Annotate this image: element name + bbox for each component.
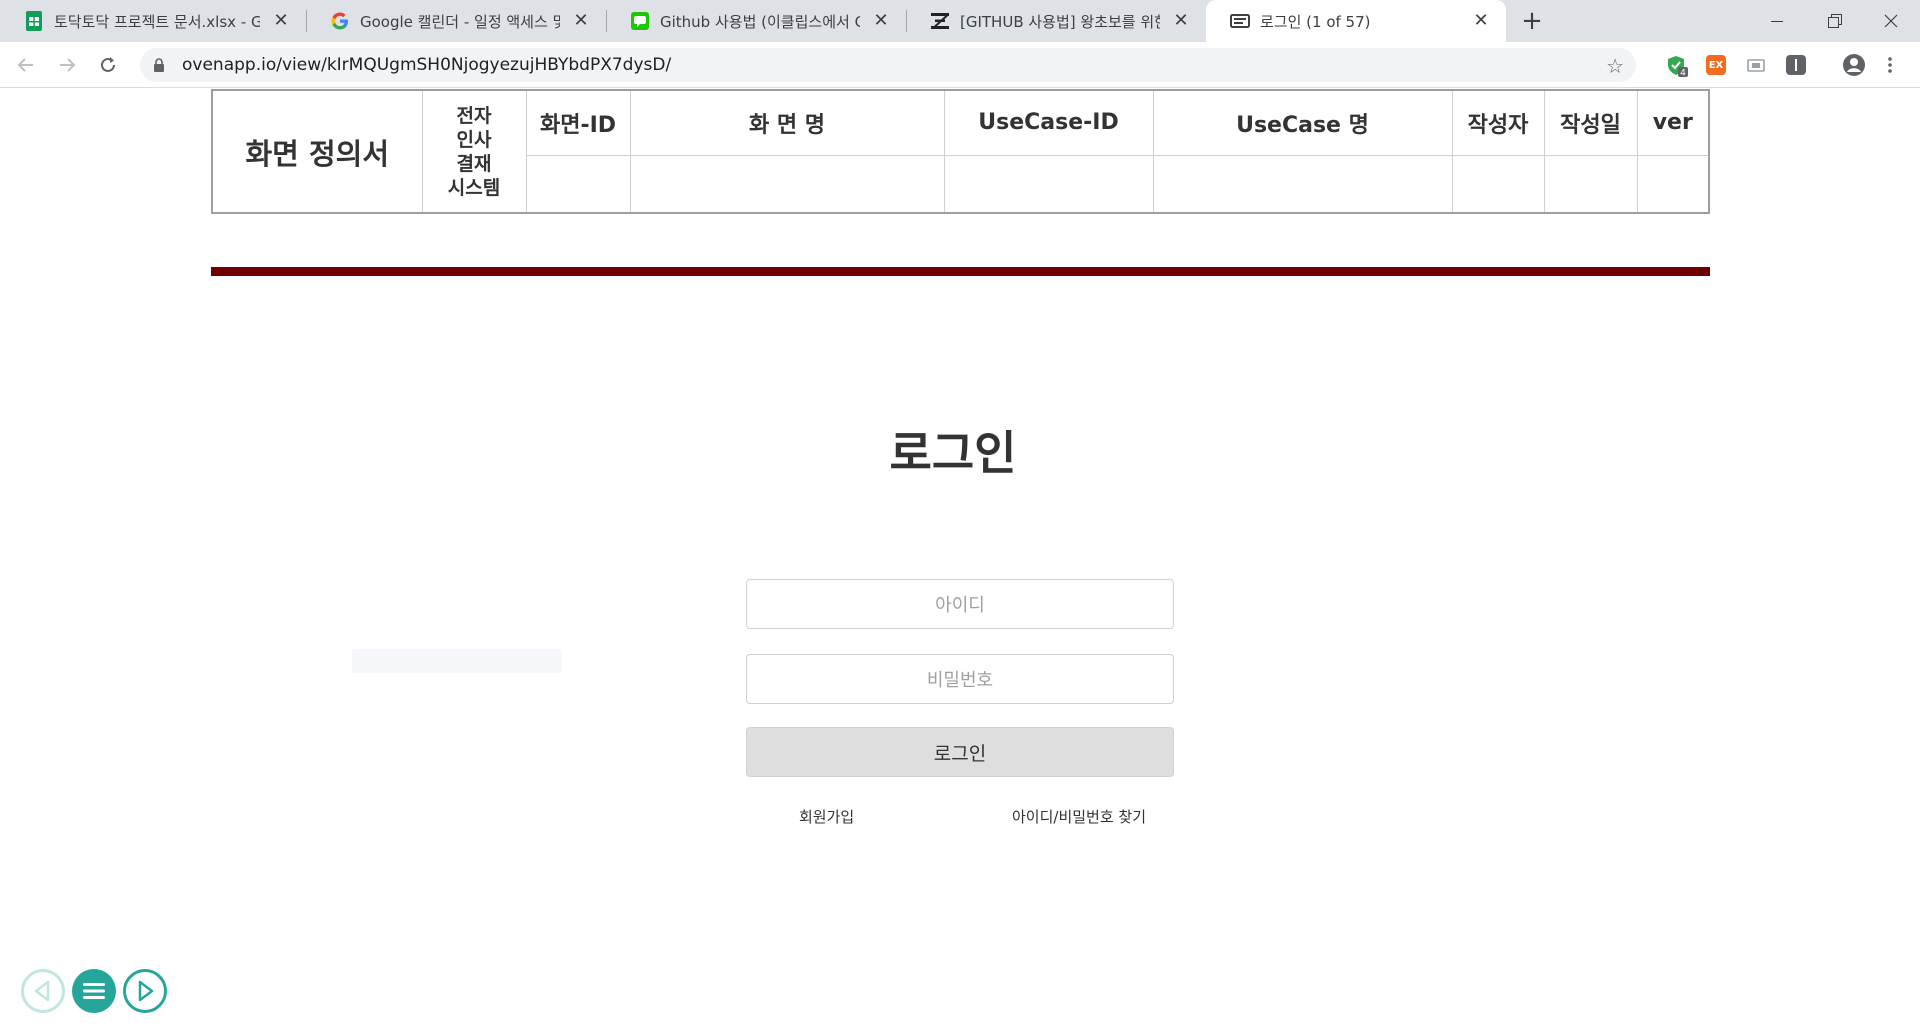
login-button[interactable]: 로그인	[746, 727, 1174, 777]
line-chat-icon	[630, 11, 650, 31]
browser-tab-github-beginner[interactable]: [GITHUB 사용법] 왕초보를 위한 ✕	[906, 0, 1206, 42]
spec-cell	[943, 154, 1154, 214]
browser-tab-sheets[interactable]: 토닥토닥 프로젝트 문서.xlsx - Go ✕	[0, 0, 307, 42]
spec-cell	[525, 154, 631, 214]
spec-header-usecase-name: UseCase 명	[1152, 89, 1453, 156]
screen-spec-header-table: 화면 정의서 전자 인사 결재 시스템 화면-ID 화 면 명 UseCase-…	[211, 89, 1710, 214]
spec-title: 화면 정의서	[211, 89, 423, 214]
spec-cell	[1152, 154, 1453, 214]
back-button[interactable]	[10, 49, 42, 81]
back-arrow-icon	[17, 58, 33, 72]
lock-icon	[154, 58, 164, 72]
prev-page-button[interactable]	[21, 969, 65, 1013]
signup-link[interactable]: 회원가입	[799, 806, 854, 827]
next-page-button[interactable]	[123, 969, 167, 1013]
reload-button[interactable]	[92, 49, 124, 81]
spec-cell	[1636, 154, 1710, 214]
forward-button[interactable]	[51, 49, 83, 81]
spec-header-usecase-id: UseCase-ID	[943, 89, 1154, 156]
spec-system-line: 인사	[456, 128, 492, 151]
forward-arrow-icon	[60, 58, 76, 72]
address-bar[interactable]: ovenapp.io/view/kIrMQUgmSH0NjogyezujHBYb…	[140, 48, 1636, 82]
tab-title: Github 사용법 (이클립스에서 Gi	[660, 12, 860, 31]
info-extension-icon[interactable]	[1786, 55, 1806, 75]
next-triangle-icon	[138, 980, 154, 1002]
close-window-button[interactable]	[1862, 0, 1920, 42]
close-icon[interactable]: ✕	[1470, 10, 1492, 32]
tab-strip: 토닥토닥 프로젝트 문서.xlsx - Go ✕ Google 캘린더 - 일정…	[0, 0, 1920, 42]
google-icon	[330, 11, 350, 31]
browser-menu-icon[interactable]	[1884, 55, 1896, 75]
find-account-link[interactable]: 아이디/비밀번호 찾기	[1012, 806, 1146, 827]
header-divider-bar	[211, 267, 1710, 276]
login-title: 로그인	[889, 426, 1017, 480]
z-logo-icon	[930, 11, 950, 31]
close-icon[interactable]: ✕	[270, 10, 292, 32]
spec-header-version: ver	[1636, 89, 1710, 156]
spec-system-line: 시스템	[447, 176, 501, 199]
prev-triangle-icon	[34, 980, 50, 1002]
ex-extension-icon[interactable]: EX	[1706, 55, 1726, 75]
page-menu-button[interactable]	[72, 969, 116, 1013]
password-input[interactable]: 비밀번호	[746, 654, 1174, 704]
tab-title: 로그인 (1 of 57)	[1260, 12, 1371, 31]
spec-header-screen-id: 화면-ID	[525, 89, 631, 156]
spec-system-name: 전자 인사 결재 시스템	[421, 89, 527, 214]
prototype-viewer: 화면 정의서 전자 인사 결재 시스템 화면-ID 화 면 명 UseCase-…	[0, 89, 1920, 1030]
close-icon[interactable]: ✕	[1170, 10, 1192, 32]
extension-badge: 4	[1680, 69, 1686, 78]
spec-cell	[629, 154, 945, 214]
cast-extension-icon[interactable]	[1746, 55, 1766, 75]
tab-title: 토닥토닥 프로젝트 문서.xlsx - Go	[54, 12, 260, 31]
id-input[interactable]: 아이디	[746, 579, 1174, 629]
spec-cell	[1543, 154, 1638, 214]
tab-title: Google 캘린더 - 일정 액세스 및	[360, 12, 560, 31]
browser-tab-calendar[interactable]: Google 캘린더 - 일정 액세스 및 ✕	[306, 0, 607, 42]
restore-button[interactable]	[1806, 0, 1864, 42]
spec-system-line: 결재	[456, 152, 492, 175]
close-icon[interactable]: ✕	[870, 10, 892, 32]
ex-extension-label: EX	[1708, 59, 1724, 71]
spec-cell	[1451, 154, 1545, 214]
bookmark-star-icon[interactable]: ☆	[1606, 54, 1624, 78]
faded-overlay-element	[352, 649, 562, 673]
browser-tab-github-guide[interactable]: Github 사용법 (이클립스에서 Gi ✕	[606, 0, 907, 42]
browser-toolbar: ovenapp.io/view/kIrMQUgmSH0NjogyezujHBYb…	[0, 42, 1920, 88]
slides-icon	[1230, 11, 1250, 31]
tab-title: [GITHUB 사용법] 왕초보를 위한	[960, 12, 1160, 31]
profile-avatar-icon[interactable]	[1842, 53, 1866, 77]
close-icon[interactable]: ✕	[570, 10, 592, 32]
url-text: ovenapp.io/view/kIrMQUgmSH0NjogyezujHBYb…	[182, 55, 672, 75]
minimize-button[interactable]	[1748, 0, 1806, 42]
spec-header-screen-name: 화 면 명	[629, 89, 945, 156]
menu-lines-icon	[83, 983, 105, 999]
spec-header-author: 작성자	[1451, 89, 1545, 156]
google-sheets-icon	[24, 11, 44, 31]
reload-icon	[101, 57, 115, 72]
spec-system-line: 전자	[456, 104, 492, 127]
new-tab-button[interactable]: +	[1518, 8, 1546, 36]
browser-tab-login[interactable]: 로그인 (1 of 57) ✕	[1206, 0, 1506, 42]
extension-shield-icon[interactable]: 4	[1666, 55, 1688, 79]
spec-header-date: 작성일	[1543, 89, 1638, 156]
